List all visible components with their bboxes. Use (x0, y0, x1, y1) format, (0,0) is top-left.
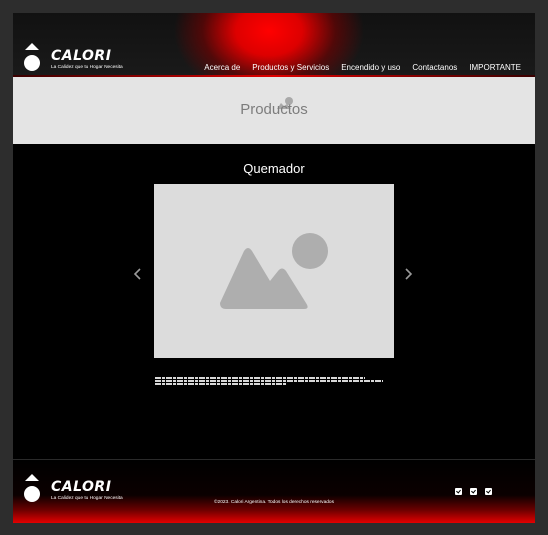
brand-tagline: La Calidez que tu Hogar Necesita (51, 65, 123, 70)
site-footer: CALORI La Calidez que tu Hogar Necesita … (13, 459, 535, 523)
chevron-right-icon[interactable] (401, 265, 415, 283)
footer-brand-name: CALORI (51, 479, 112, 495)
nav-item-importante[interactable]: IMPORTANTE (469, 63, 521, 72)
copyright-text: ©2023. Calori Argentina. Todos los derec… (214, 500, 334, 505)
nav-item-acerca-de[interactable]: Acerca de (204, 63, 240, 72)
product-description-illegible (155, 377, 385, 389)
nav-item-productos-y-servicios[interactable]: Productos y Servicios (252, 63, 329, 72)
image-placeholder-icon (220, 233, 328, 309)
nav-item-encendido-y-uso[interactable]: Encendido y uso (341, 63, 400, 72)
gallery-title: Quemador (243, 161, 305, 176)
website: CALORI La Calidez que tu Hogar Necesita … (13, 13, 535, 523)
main-nav: Acerca de Productos y Servicios Encendid… (204, 63, 521, 72)
page-banner: Productos (13, 77, 535, 144)
brand-name: CALORI (51, 48, 112, 64)
social-icon[interactable] (485, 488, 492, 495)
gallery-image[interactable] (154, 184, 394, 358)
brand-logo[interactable]: CALORI La Calidez que tu Hogar Necesita (23, 43, 153, 75)
social-links (455, 488, 492, 495)
nav-item-contactanos[interactable]: Contactanos (412, 63, 457, 72)
site-header: CALORI La Calidez que tu Hogar Necesita … (13, 13, 535, 77)
chevron-left-icon[interactable] (131, 265, 145, 283)
page-title: Productos (240, 101, 308, 118)
logo-mark-icon (24, 43, 40, 71)
social-icon[interactable] (470, 488, 477, 495)
social-icon[interactable] (455, 488, 462, 495)
